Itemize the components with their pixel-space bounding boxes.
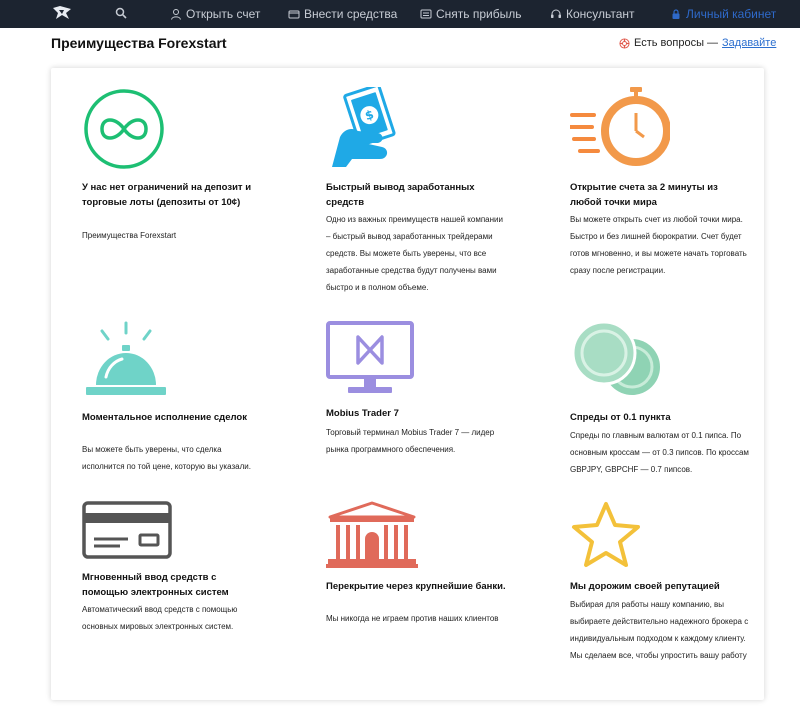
search-icon[interactable] — [115, 7, 127, 19]
page-title: Преимущества Forexstart — [51, 35, 227, 51]
star-icon — [572, 502, 640, 567]
feature-description: Выбирая для работы нашу компанию, вы выб… — [570, 600, 749, 660]
service-bell-icon — [86, 321, 166, 395]
nav-personal-cabinet[interactable]: Личный кабинет — [670, 0, 776, 28]
feature-description: Вы можете быть уверены, что сделка испол… — [82, 445, 251, 471]
feature-title: Открытие счета за 2 минуты из любой точк… — [570, 182, 718, 208]
features-panel: У нас нет ограничений на депозит и торго… — [51, 68, 764, 700]
nav-withdraw-label: Снять прибыль — [436, 7, 522, 21]
feature-description: Преимущества Forexstart — [82, 231, 177, 240]
nav-personal-cabinet-label: Личный кабинет — [686, 7, 777, 21]
feature-title: Быстрый вывод заработанных средств — [326, 182, 475, 208]
bank-icon — [326, 501, 418, 568]
feature-description: Торговый терминал Mobius Trader 7 — лиде… — [326, 428, 495, 454]
questions-text: Есть вопросы — — [634, 37, 719, 49]
nav-deposit-label: Внести средства — [304, 7, 398, 21]
questions-block: Есть вопросы — Задавайте — [619, 37, 776, 49]
ask-link[interactable]: Задавайте — [722, 37, 776, 49]
nav-consultant-label: Консультант — [566, 7, 635, 21]
feature-description: Автоматический ввод средств с помощью ос… — [82, 605, 238, 631]
cash-icon — [420, 9, 432, 19]
feature-title: Спреды от 0.1 пункта — [570, 412, 671, 423]
nav-deposit[interactable]: Внести средства — [288, 0, 397, 28]
nav-withdraw[interactable]: Снять прибыль — [420, 0, 522, 28]
credit-card-icon — [82, 501, 172, 559]
lock-icon — [672, 9, 680, 19]
feature-title: Перекрытие через крупнейшие банки. — [326, 581, 506, 592]
headset-icon — [551, 9, 561, 18]
feature-title: Мы дорожим своей репутацией — [570, 581, 720, 592]
feature-title: У нас нет ограничений на депозит и торго… — [82, 182, 252, 208]
page-header: Преимущества Forexstart Есть вопросы — З… — [0, 28, 800, 58]
user-icon — [171, 9, 181, 20]
coins-icon — [571, 321, 660, 395]
nav-open-account[interactable]: Открыть счет — [170, 0, 260, 28]
logo-icon[interactable] — [52, 5, 72, 21]
feature-title: Мгновенный ввод средств с помощью электр… — [82, 572, 229, 598]
infinity-icon — [84, 89, 164, 169]
monitor-icon — [326, 321, 414, 393]
feature-description: Спреды по главным валютам от 0.1 пипса. … — [570, 431, 749, 474]
feature-description: Вы можете открыть счет из любой точки ми… — [570, 215, 747, 275]
top-nav: Открыть счет Внести средства Снять прибы… — [0, 0, 800, 28]
wallet-icon — [288, 10, 300, 19]
feature-title: Моментальное исполнение сделок — [82, 412, 247, 423]
lifebuoy-icon — [619, 37, 630, 49]
feature-description: Одно из важных преимуществ нашей компани… — [326, 215, 503, 292]
nav-open-account-label: Открыть счет — [186, 7, 261, 21]
feature-description: Мы никогда не играем против наших клиент… — [326, 614, 499, 623]
stopwatch-icon — [570, 87, 670, 166]
hand-money-icon: $ — [332, 87, 396, 167]
nav-consultant[interactable]: Консультант — [550, 0, 635, 28]
feature-title: Mobius Trader 7 — [326, 408, 399, 419]
